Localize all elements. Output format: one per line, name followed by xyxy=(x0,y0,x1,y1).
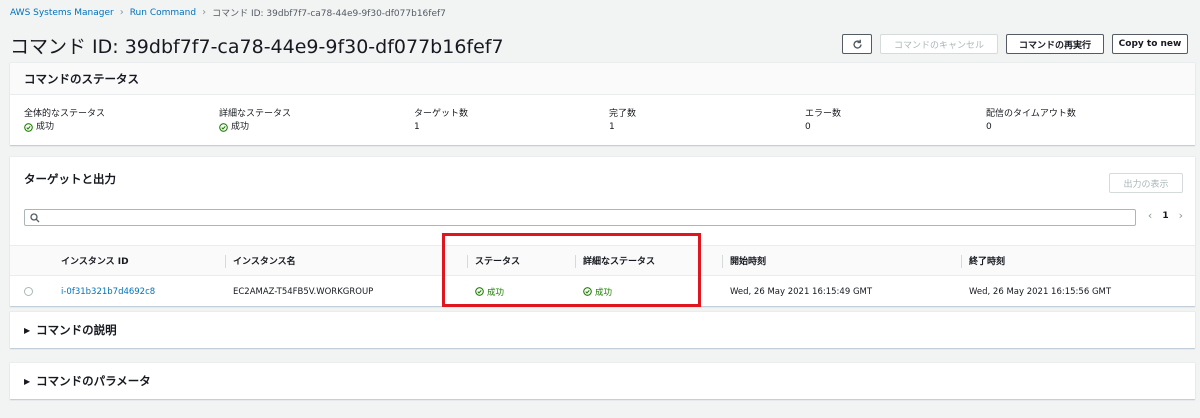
panel-title: コマンドの説明 xyxy=(36,323,117,337)
status-field-value: 1 xyxy=(414,122,420,132)
column-header-instance-name[interactable]: インスタンス名 xyxy=(225,246,296,275)
column-header-start-time[interactable]: 開始時刻 xyxy=(721,246,766,275)
status-field-value: 成功 xyxy=(219,121,249,134)
status-field-value: 0 xyxy=(805,122,811,132)
previous-page-button[interactable]: ‹ xyxy=(1148,209,1152,222)
status-success-text: 成功 xyxy=(231,122,250,132)
status-field-timeout-count: 配信のタイムアウト数 0 xyxy=(986,108,1176,137)
caret-right-icon: ▶ xyxy=(24,376,31,386)
command-description-panel[interactable]: ▶ コマンドの説明 xyxy=(10,311,1195,348)
check-circle-icon xyxy=(219,123,228,132)
breadcrumb-current: コマンド ID: 39dbf7f7-ca78-44e9-9f30-df077b1… xyxy=(212,9,446,19)
status-success-text: 成功 xyxy=(36,122,55,132)
status-field-value: 0 xyxy=(986,122,992,132)
status-fields: 全体的なステータス 成功 詳細なステータス 成功 ターゲット数 1 完了数 1 … xyxy=(10,95,1195,137)
status-field-label: 全体的なステータス xyxy=(24,109,106,119)
refresh-icon xyxy=(852,39,862,49)
command-status-panel: コマンドのステータス 全体的なステータス 成功 詳細なステータス 成功 ターゲッ… xyxy=(10,62,1195,145)
command-parameters-panel[interactable]: ▶ コマンドのパラメータ xyxy=(10,362,1195,399)
chevron-right-icon: › xyxy=(119,7,124,18)
current-page-number[interactable]: 1 xyxy=(1162,211,1168,221)
instance-id-link[interactable]: i-0f31b321b7d4692c8 xyxy=(61,276,155,307)
chevron-right-icon: › xyxy=(202,7,207,18)
next-page-button[interactable]: › xyxy=(1179,209,1183,222)
expand-toggle[interactable]: ▶ コマンドの説明 xyxy=(10,312,1195,348)
status-field-overall: 全体的なステータス 成功 xyxy=(24,108,219,137)
panel-title: コマンドのステータス xyxy=(10,63,1195,95)
panel-title: ターゲットと出力 xyxy=(24,172,116,186)
status-field-value: 1 xyxy=(609,122,615,132)
status-field-label: 配信のタイムアウト数 xyxy=(986,109,1076,119)
status-field-label: エラー数 xyxy=(805,109,842,119)
search-icon xyxy=(30,213,40,223)
status-field-error-count: エラー数 0 xyxy=(805,108,986,137)
row-select-radio[interactable] xyxy=(24,276,33,307)
page-title: コマンド ID: 39dbf7f7-ca78-44e9-9f30-df077b1… xyxy=(10,36,504,58)
instance-name: EC2AMAZ-T54FB5V.WORKGROUP xyxy=(233,286,374,297)
column-header-instance-id[interactable]: インスタンス ID xyxy=(61,246,129,275)
status-field-completed-count: 完了数 1 xyxy=(609,108,805,137)
row-end-time: Wed, 26 May 2021 16:15:56 GMT xyxy=(969,286,1112,297)
row-start-time: Wed, 26 May 2021 16:15:49 GMT xyxy=(730,286,873,297)
status-field-target-count: ターゲット数 1 xyxy=(414,108,609,137)
status-field-label: 完了数 xyxy=(609,109,637,119)
caret-right-icon: ▶ xyxy=(24,325,31,335)
expand-toggle[interactable]: ▶ コマンドのパラメータ xyxy=(10,363,1195,399)
cancel-command-button[interactable]: コマンドのキャンセル xyxy=(880,34,998,54)
status-field-detailed: 詳細なステータス 成功 xyxy=(219,108,414,137)
breadcrumb-systems-manager[interactable]: AWS Systems Manager xyxy=(10,8,114,18)
search-input[interactable] xyxy=(24,209,1136,226)
rerun-command-button[interactable]: コマンドの再実行 xyxy=(1006,34,1104,54)
column-header-end-time[interactable]: 終了時刻 xyxy=(960,246,1005,275)
panel-title: コマンドのパラメータ xyxy=(36,374,151,388)
status-field-value: 成功 xyxy=(24,121,54,134)
show-output-button[interactable]: 出力の表示 xyxy=(1109,173,1183,193)
highlight-annotation-box xyxy=(442,233,701,307)
header-actions: コマンドのキャンセル コマンドの再実行 Copy to new xyxy=(842,34,1188,54)
pagination: ‹ 1 › xyxy=(1148,209,1183,222)
status-field-label: ターゲット数 xyxy=(414,109,469,119)
check-circle-icon xyxy=(24,123,33,132)
copy-to-new-button[interactable]: Copy to new xyxy=(1112,34,1188,54)
breadcrumb-run-command[interactable]: Run Command xyxy=(130,8,196,18)
breadcrumb: AWS Systems Manager › Run Command › コマンド… xyxy=(10,6,446,19)
status-field-label: 詳細なステータス xyxy=(219,109,292,119)
refresh-button[interactable] xyxy=(842,34,872,54)
